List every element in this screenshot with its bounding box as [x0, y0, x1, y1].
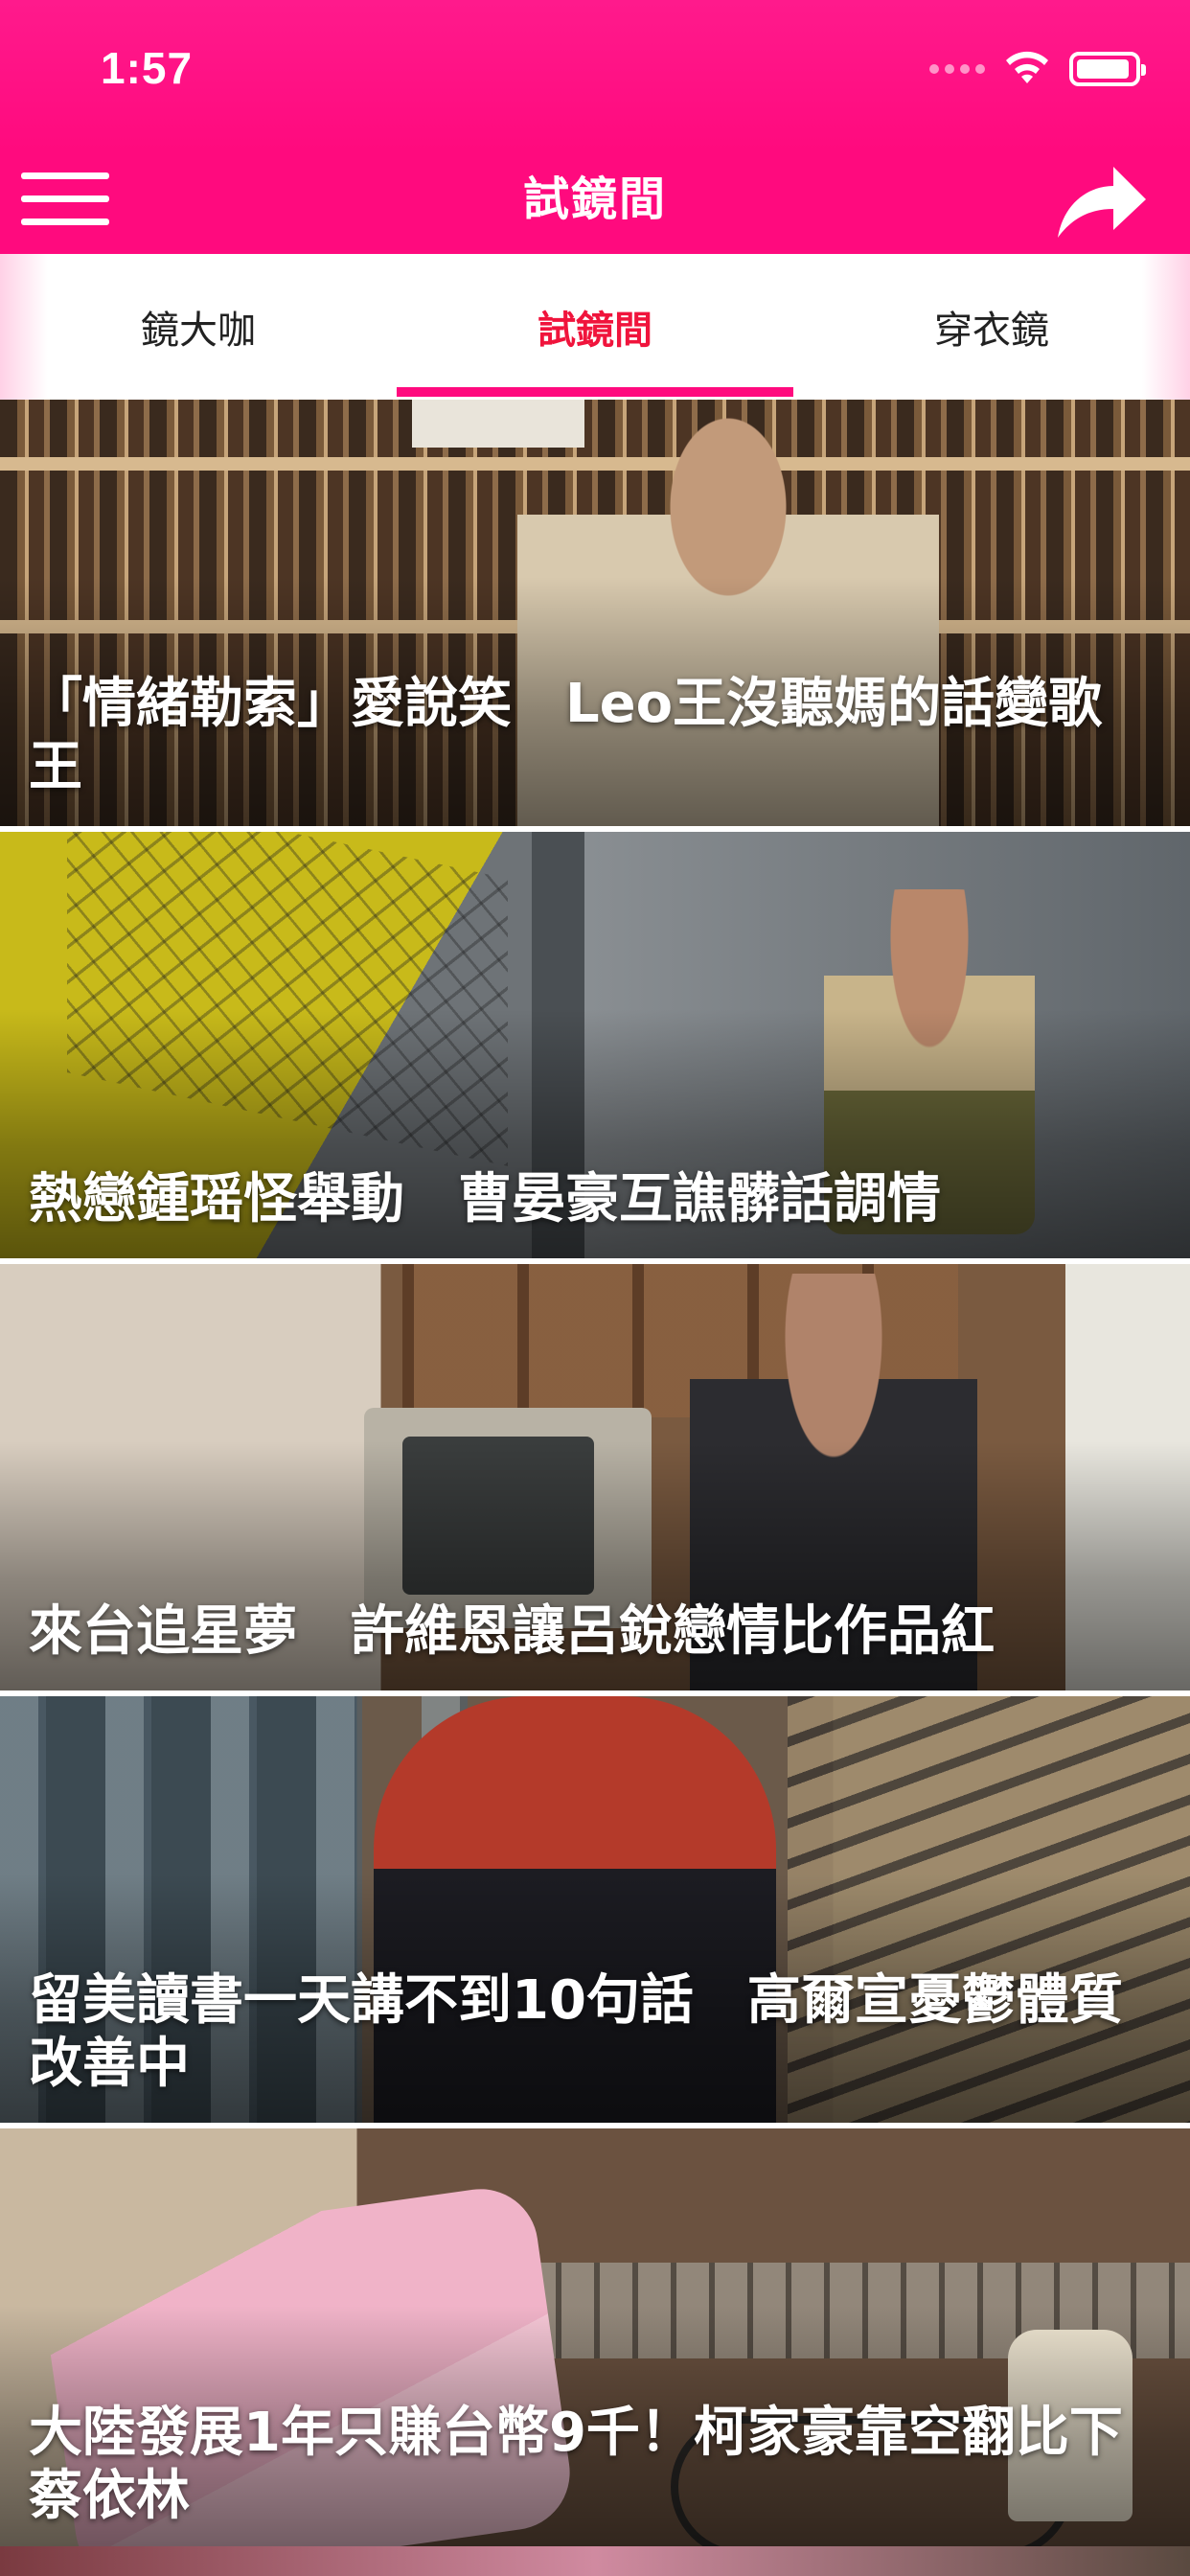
- app-header: 1:57 試鏡間: [0, 0, 1190, 254]
- page-title: 試鏡間: [522, 172, 667, 226]
- article-card[interactable]: 來台追星夢 許維恩讓呂銳戀情比作品紅: [0, 1264, 1190, 1693]
- article-headline: 熱戀鍾瑶怪舉動 曹晏豪互譙髒話調情: [29, 1168, 941, 1230]
- article-headline: 留美讀書一天講不到10句話 高爾宣憂鬱體質改善中: [29, 1969, 1123, 2095]
- article-card[interactable]: 熱戀鍾瑶怪舉動 曹晏豪互譙髒話調情: [0, 832, 1190, 1261]
- article-card[interactable]: 「情緒勒索」愛說笑 Leo王沒聽媽的話變歌王: [0, 400, 1190, 829]
- wifi-icon: [1006, 51, 1048, 83]
- status-icons: [929, 50, 1146, 88]
- next-article-preview[interactable]: [0, 2546, 1190, 2576]
- article-headline: 大陸發展1年只賺台幣9千！柯家豪靠空翻比下蔡依林: [29, 2402, 1123, 2527]
- tab-shi-jing-jian[interactable]: 試鏡間: [397, 254, 793, 400]
- tab-bar: 鏡大咖 試鏡間 穿衣鏡: [0, 254, 1190, 400]
- tab-jing-da-ka[interactable]: 鏡大咖: [0, 254, 397, 400]
- signal-icon: [929, 64, 985, 74]
- active-tab-indicator: [397, 387, 793, 397]
- article-card[interactable]: 大陸發展1年只賺台幣9千！柯家豪靠空翻比下蔡依林: [0, 2128, 1190, 2558]
- article-card[interactable]: 留美讀書一天講不到10句話 高爾宣憂鬱體質改善中: [0, 1696, 1190, 2126]
- share-icon[interactable]: [1054, 161, 1150, 243]
- tab-chuan-yi-jing[interactable]: 穿衣鏡: [793, 254, 1190, 400]
- article-headline: 來台追星夢 許維恩讓呂銳戀情比作品紅: [29, 1600, 995, 1663]
- status-time: 1:57: [101, 43, 194, 93]
- article-headline: 「情緒勒索」愛說笑 Leo王沒聽媽的話變歌王: [29, 673, 1103, 798]
- battery-icon: [1069, 52, 1146, 86]
